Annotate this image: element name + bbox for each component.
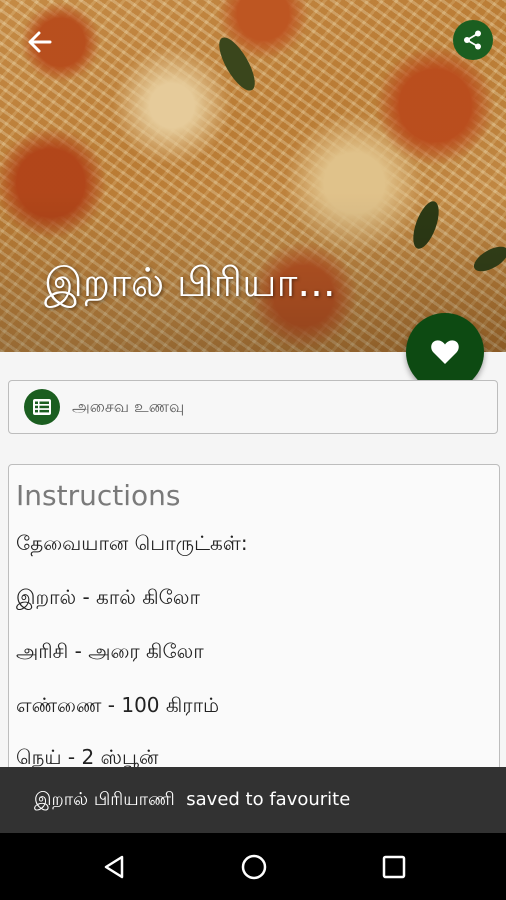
heart-icon	[431, 340, 459, 364]
nav-back-button[interactable]	[100, 853, 128, 881]
snackbar: இறால் பிரியாணி saved to favourite	[0, 767, 506, 833]
nav-recents-button[interactable]	[380, 853, 408, 881]
nav-back-icon	[104, 855, 124, 879]
category-card[interactable]: அசைவ உணவு	[8, 380, 498, 434]
system-navigation-bar	[0, 833, 506, 900]
instructions-heading: Instructions	[16, 479, 181, 512]
recipe-hero-image: இறால் பிரியா...	[0, 0, 506, 352]
back-button[interactable]	[20, 22, 60, 62]
instruction-line: அரிசி - அரை கிலோ	[16, 639, 204, 663]
list-icon	[24, 389, 60, 425]
instruction-line: இறால் - கால் கிலோ	[16, 585, 200, 609]
category-label: அசைவ உணவு	[72, 396, 185, 416]
share-button[interactable]	[453, 20, 493, 60]
nav-home-button[interactable]	[240, 853, 268, 881]
recipe-title: இறால் பிரியா...	[44, 260, 336, 306]
instructions-card: Instructions தேவையான பொருட்கள்: இறால் - …	[8, 464, 500, 784]
nav-home-icon	[241, 854, 267, 880]
share-icon	[464, 30, 481, 50]
arrow-back-icon	[28, 31, 52, 53]
instruction-line: எண்ணை - 100 கிராம்	[16, 693, 220, 717]
nav-recents-icon	[382, 855, 406, 879]
instruction-line: தேவையான பொருட்கள்:	[16, 531, 248, 555]
snackbar-message: இறால் பிரியாணி saved to favourite	[34, 788, 351, 810]
